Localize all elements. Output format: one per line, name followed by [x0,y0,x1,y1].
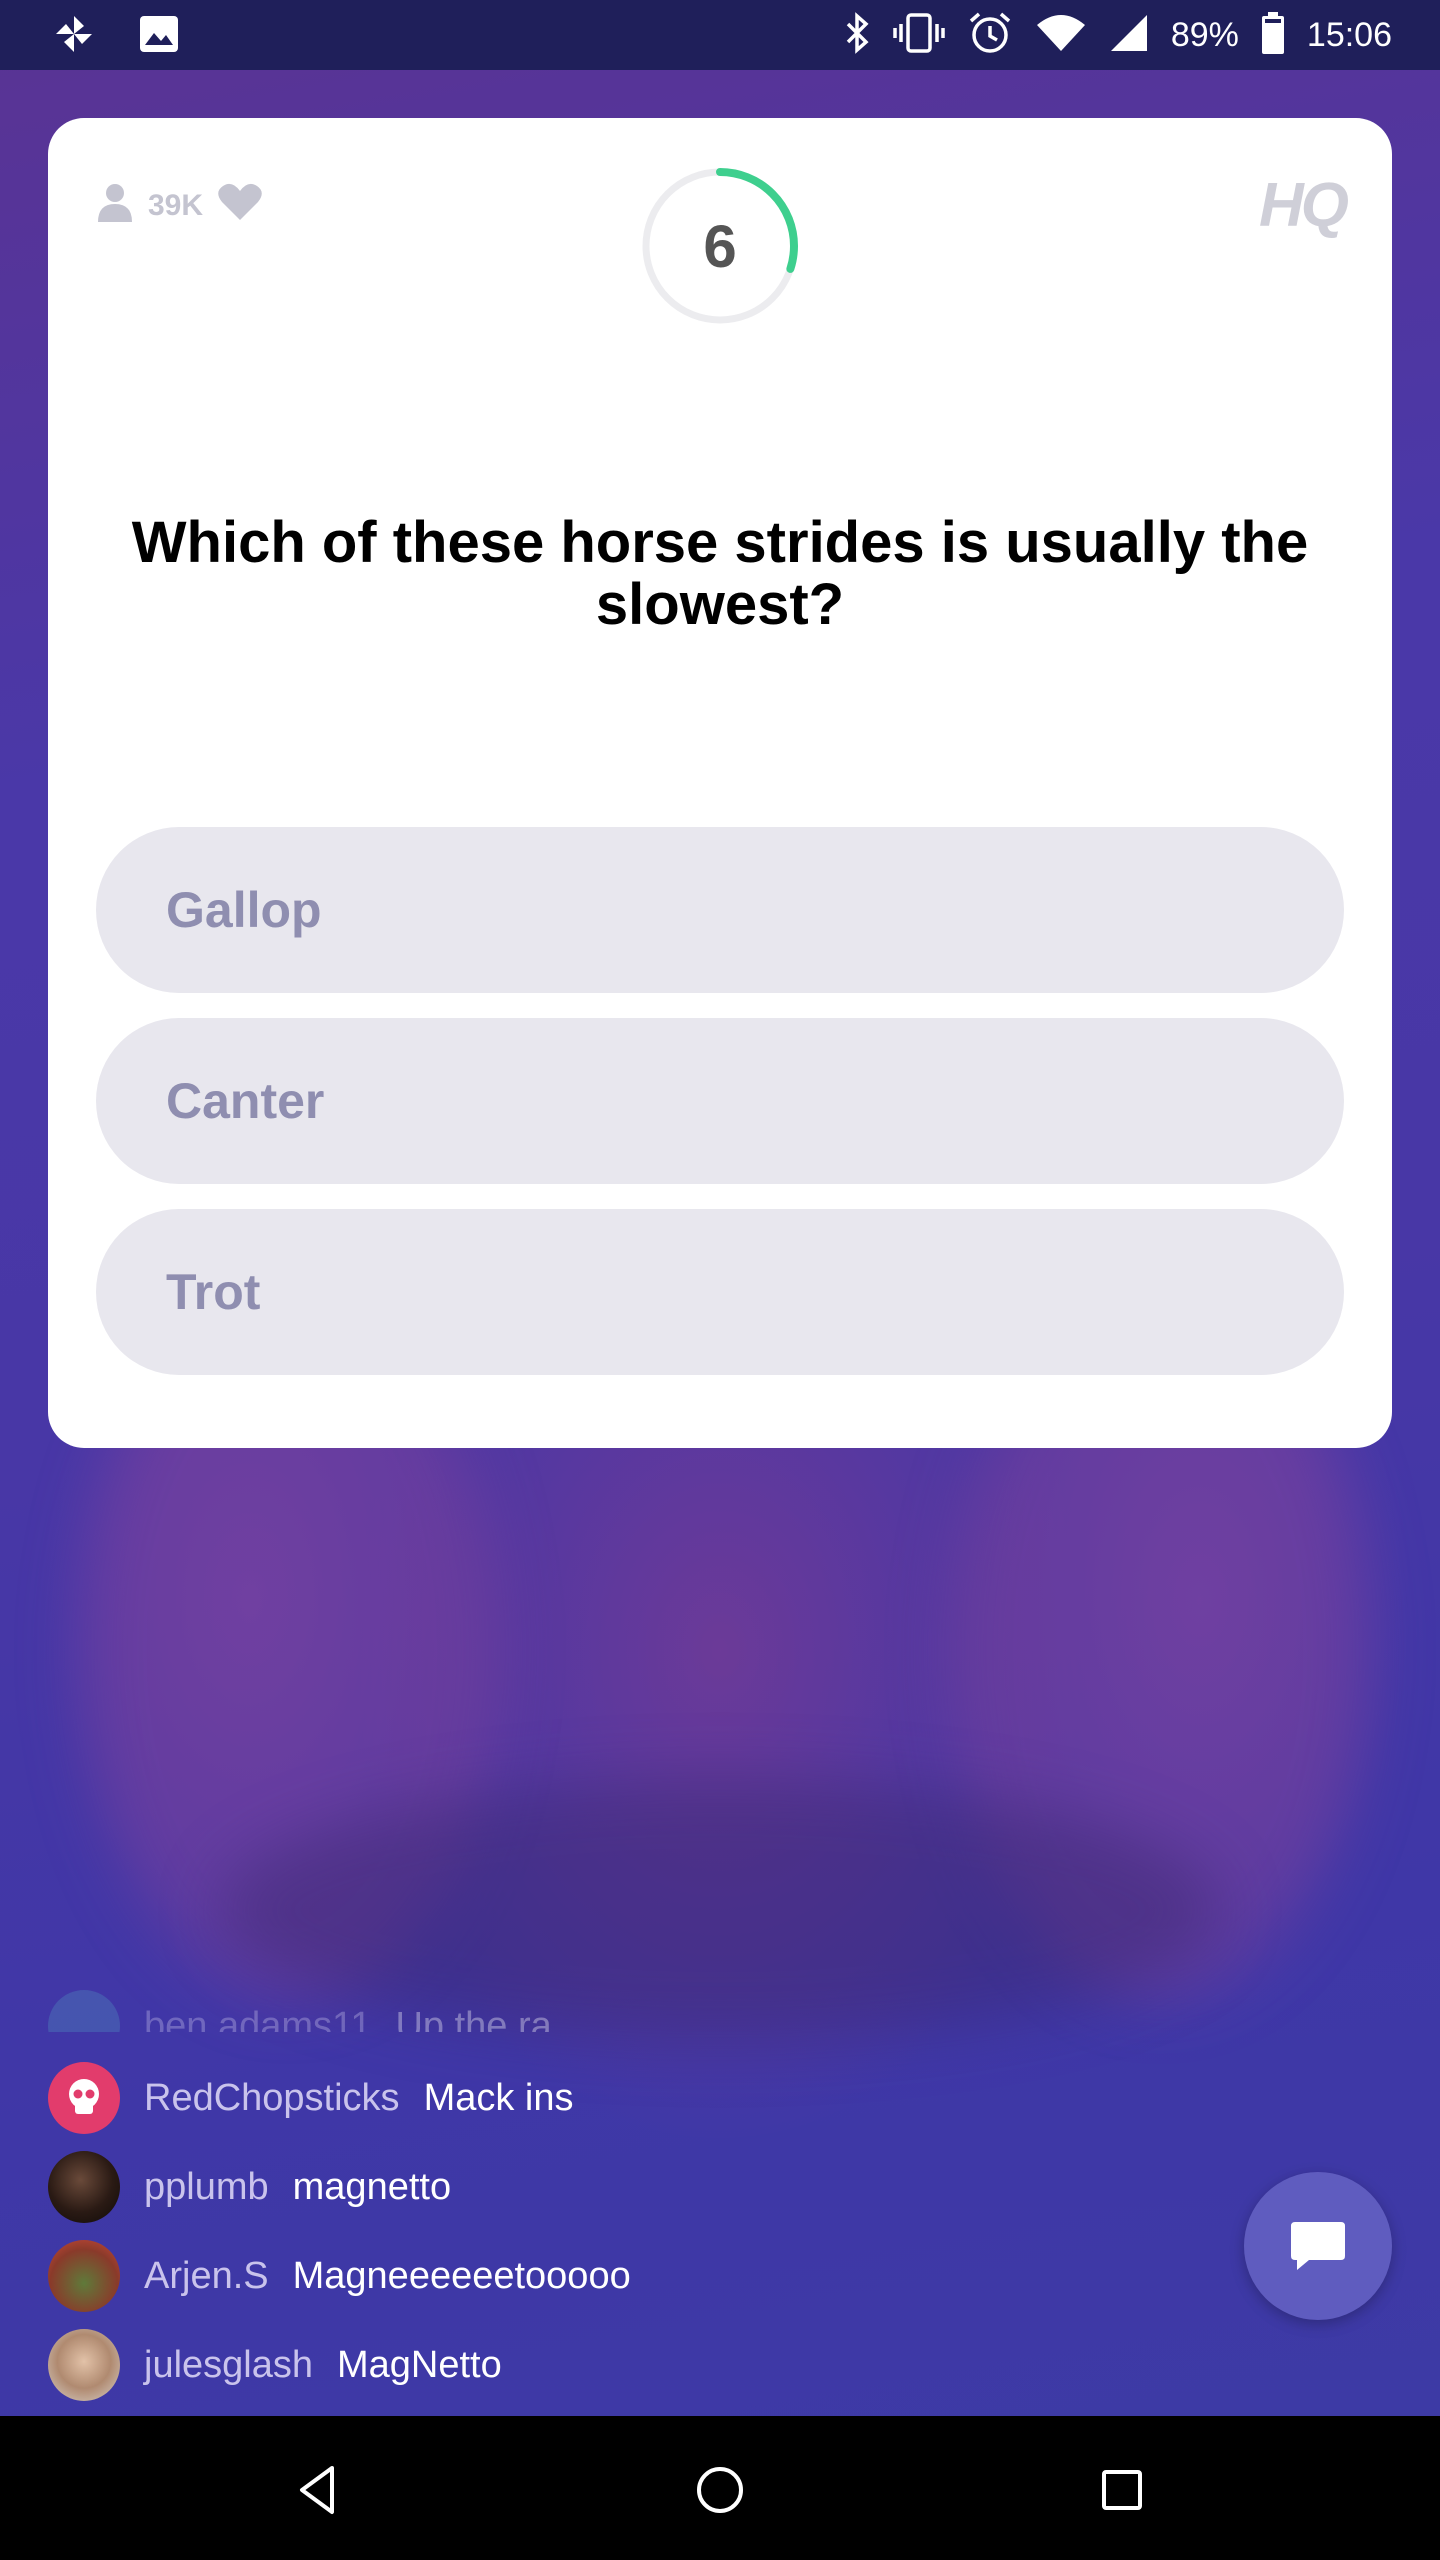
clock-time: 15:06 [1306,15,1392,54]
avatar [48,2240,120,2312]
chat-button[interactable] [1244,2172,1392,2320]
battery-icon [1261,11,1285,59]
chat-message: pplumb magnetto [48,2151,451,2223]
wifi-icon [1035,13,1087,58]
vibrate-icon [893,12,945,59]
skull-icon [69,2079,99,2114]
answer-option-1[interactable]: Gallop [96,827,1344,993]
home-button[interactable] [690,2460,750,2520]
chat-username: Arjen.S [144,2254,269,2297]
chat-message: Arjen.S Magneeeeeetooooo [48,2240,631,2312]
recents-button[interactable] [1092,2460,1152,2520]
chat-username: pplumb [144,2165,269,2208]
alarm-icon [967,11,1013,60]
heart-icon [217,182,263,230]
status-bar: 89% 15:06 [0,0,1440,70]
answer-option-3[interactable]: Trot [96,1209,1344,1375]
countdown-timer: 6 [640,166,800,326]
home-icon [697,2467,743,2513]
timer-seconds: 6 [703,212,737,280]
chat-text: magnetto [292,2165,452,2208]
avatar [48,2329,120,2401]
chat-message: RedChopsticks Mack ins [48,2062,573,2134]
question-card: 39K 6 HQ Which of these horse strides is… [48,118,1392,1448]
chat-text: Mack ins [423,2076,574,2119]
avatar [48,2151,120,2223]
navigation-bar [0,2416,1440,2560]
question-text: Which of these horse strides is usually … [131,510,1309,637]
image-icon [138,14,180,59]
chat-username: julesglash [144,2343,313,2386]
battery-percent: 89% [1170,15,1239,54]
person-icon [96,182,134,230]
back-button[interactable] [288,2460,348,2520]
pinwheel-icon [50,14,98,59]
chat-text: Magneeeeeetooooo [292,2254,631,2297]
back-icon [300,2466,334,2514]
chat-bubble-icon [1291,2222,1345,2270]
viewer-count: 39K [96,182,263,230]
bluetooth-icon [845,11,871,59]
chat-username: RedChopsticks [144,2076,400,2119]
recents-icon [1102,2470,1142,2510]
chat-text: MagNetto [337,2343,502,2386]
avatar [48,2062,120,2134]
viewer-count-label: 39K [148,189,204,222]
hq-logo: HQ [1259,171,1349,240]
chat-message: julesglash MagNetto [48,2329,502,2401]
signal-icon [1109,13,1149,58]
answer-option-2[interactable]: Canter [96,1018,1344,1184]
